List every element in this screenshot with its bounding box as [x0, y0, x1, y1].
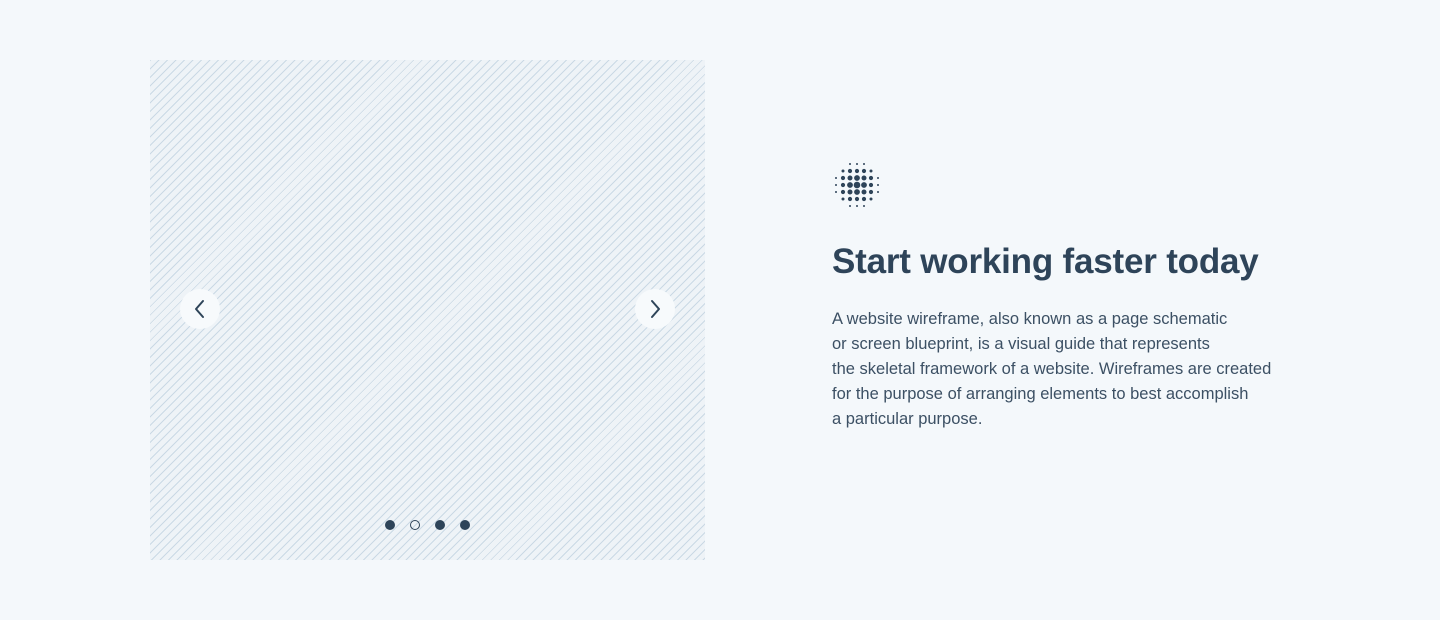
logo-dot [868, 182, 874, 188]
logo-dot [863, 163, 865, 165]
logo-dot [847, 182, 853, 188]
carousel-next-button[interactable] [635, 289, 675, 329]
logo-dot [869, 197, 873, 201]
logo-dot [847, 168, 853, 174]
logo-dot [854, 196, 860, 202]
description-line: the skeletal framework of a website. Wir… [832, 360, 1272, 378]
logo-dot [849, 205, 851, 207]
logo-dot [847, 189, 853, 195]
description-line: or screen blueprint, is a visual guide t… [832, 335, 1210, 353]
logo-dot [840, 189, 846, 195]
logo-dot [869, 169, 873, 173]
logo-dot [835, 184, 837, 186]
logo-dot [861, 196, 867, 202]
logo-dot [841, 197, 845, 201]
logo-dot [863, 205, 865, 207]
description-paragraph: A website wireframe, also known as a pag… [832, 307, 1312, 432]
image-carousel [150, 60, 705, 560]
dot-grid-logo-icon [835, 163, 879, 207]
logo-dot [849, 163, 851, 165]
logo-dot [877, 184, 879, 186]
logo-dot [861, 175, 867, 181]
logo-dot [854, 189, 860, 195]
chevron-left-icon [195, 300, 204, 318]
logo-dot [856, 163, 858, 165]
logo-dot [856, 205, 858, 207]
logo-dot [861, 182, 867, 188]
logo-dot [840, 182, 846, 188]
logo-dot [861, 189, 867, 195]
feature-content: Start working faster today A website wir… [832, 160, 1312, 432]
carousel-dot-2[interactable] [410, 520, 420, 530]
logo-dot [835, 191, 837, 193]
logo-dot [868, 189, 874, 195]
logo-dot [835, 177, 837, 179]
logo-dot [861, 168, 867, 174]
description-line: a particular purpose. [832, 410, 983, 428]
logo-dot [847, 196, 853, 202]
chevron-right-icon [651, 300, 660, 318]
carousel-prev-button[interactable] [180, 289, 220, 329]
carousel-dot-4[interactable] [460, 520, 470, 530]
description-line: for the purpose of arranging elements to… [832, 385, 1249, 403]
logo-dot [868, 175, 874, 181]
logo-dot [877, 191, 879, 193]
logo-dot [841, 169, 845, 173]
carousel-pagination [150, 520, 705, 530]
logo-dot [840, 175, 846, 181]
logo-dot [853, 181, 861, 189]
logo-dot [854, 168, 860, 174]
carousel-dot-1[interactable] [385, 520, 395, 530]
carousel-dot-3[interactable] [435, 520, 445, 530]
description-line: A website wireframe, also known as a pag… [832, 310, 1228, 328]
logo-dot [847, 175, 853, 181]
headline: Start working faster today [832, 242, 1259, 281]
logo-dot [877, 177, 879, 179]
logo-dot [854, 175, 860, 181]
